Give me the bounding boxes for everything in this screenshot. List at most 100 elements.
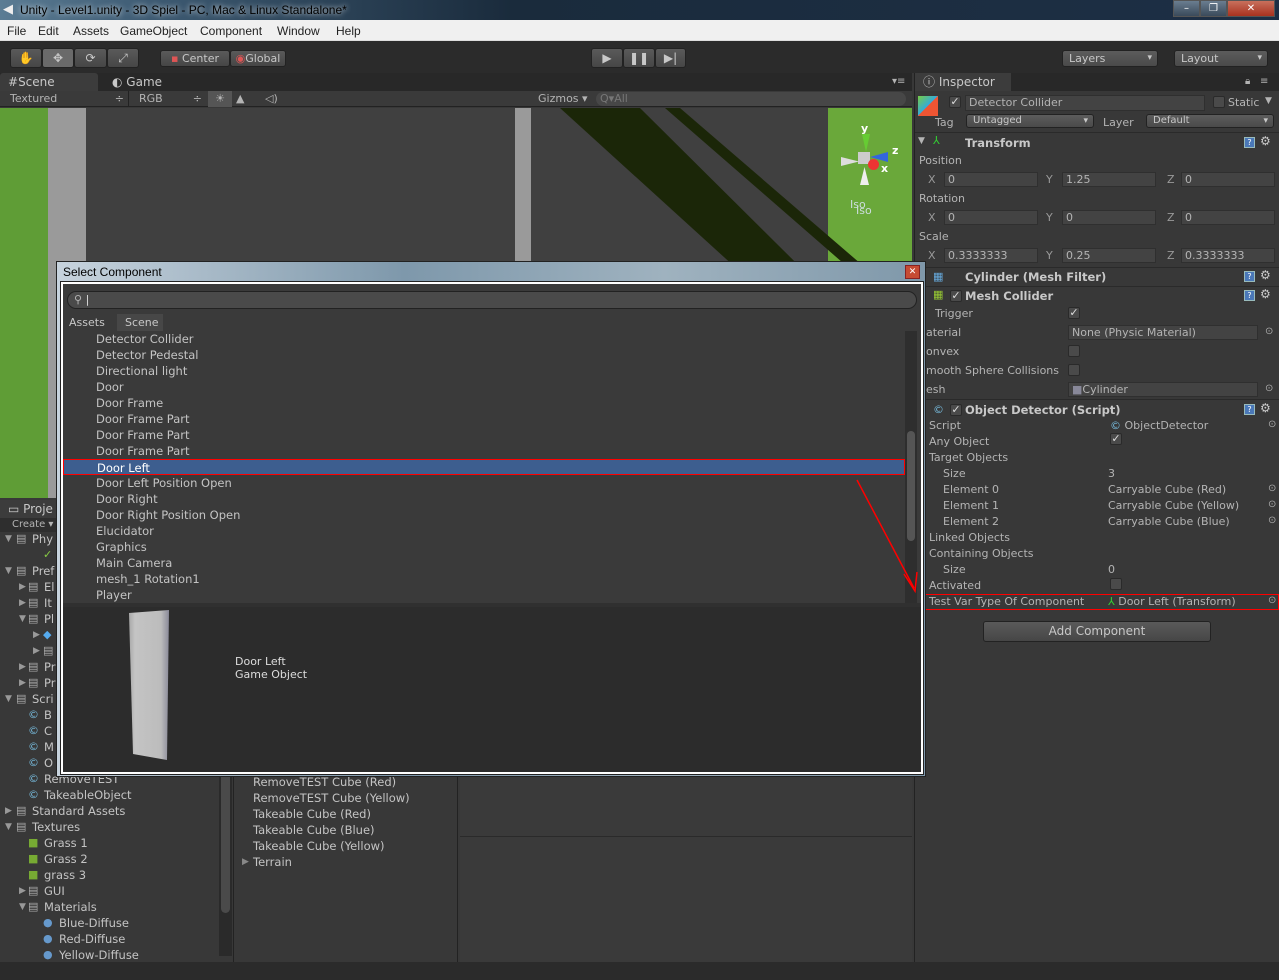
minimize-button[interactable]: – (1173, 0, 1200, 17)
menu-component[interactable]: Component (200, 24, 262, 38)
project-item[interactable]: © TakeableObject (0, 787, 220, 803)
scale-y-input[interactable]: 0.25 (1062, 248, 1156, 263)
tab-game[interactable]: ◐ Game (104, 73, 194, 91)
transform-header[interactable]: Transform (965, 136, 1031, 150)
project-item[interactable]: ▶ ▤ GUI (0, 883, 220, 899)
hierarchy-item[interactable]: RemoveTEST Cube (Yellow) (236, 790, 458, 806)
rotation-z-input[interactable]: 0 (1181, 210, 1275, 225)
collapsed-arrow-icon[interactable]: ▶ (19, 883, 26, 899)
menu-assets[interactable]: Assets (73, 24, 109, 38)
target-objects-foldout[interactable]: Target Objects (929, 451, 1008, 464)
component-list-item[interactable]: Main Camera (63, 555, 905, 571)
dialog-list-scrollbar[interactable] (905, 331, 917, 603)
project-item[interactable]: ▼ ▤ Materials (0, 899, 220, 915)
component-list-item[interactable]: Graphics (63, 539, 905, 555)
project-item[interactable]: ■ Grass 2 (0, 851, 220, 867)
project-item[interactable]: ■ grass 3 (0, 867, 220, 883)
rotation-y-input[interactable]: 0 (1062, 210, 1156, 225)
foldout-arrow-icon[interactable]: ▼ (918, 136, 925, 146)
component-list-item[interactable]: Elucidator (63, 523, 905, 539)
space-global-button[interactable]: ◉Global (230, 50, 286, 67)
object-picker-icon[interactable]: ⊙ (1268, 515, 1276, 526)
lock-icon[interactable]: 🔒︎ (1245, 76, 1250, 87)
collapsed-arrow-icon[interactable]: ▶ (33, 627, 40, 643)
project-item[interactable]: ▼ ▤ Textures (0, 819, 220, 835)
audio-toggle-icon[interactable]: ◁) (265, 91, 278, 107)
containing-objects-foldout[interactable]: Containing Objects (929, 547, 1034, 560)
maximize-button[interactable]: ❐ (1200, 0, 1227, 17)
help-icon[interactable]: ? (1244, 404, 1255, 415)
convex-checkbox[interactable] (1068, 345, 1080, 357)
close-button[interactable]: ✕ (1227, 0, 1275, 17)
move-tool-button[interactable]: ✥ (42, 48, 74, 68)
project-item[interactable]: ● Yellow-Diffuse (0, 947, 220, 963)
mesh-field[interactable]: ■Cylinder (1068, 382, 1258, 397)
static-dropdown-icon[interactable]: ▼ (1265, 96, 1272, 106)
gear-icon[interactable]: ⚙ (1260, 134, 1271, 148)
component-list-item[interactable]: Directional light (63, 363, 905, 379)
menu-gameobject[interactable]: GameObject (120, 24, 187, 38)
rotation-x-input[interactable]: 0 (944, 210, 1038, 225)
gizmos-dropdown[interactable]: Gizmos ▾ (538, 91, 588, 107)
project-item[interactable]: ● Red-Diffuse (0, 931, 220, 947)
object-detector-enabled-checkbox[interactable]: ✓ (950, 404, 962, 416)
object-picker-icon[interactable]: ⊙ (1265, 326, 1273, 337)
help-icon[interactable]: ? (1244, 137, 1255, 148)
component-list-item[interactable]: Door (63, 379, 905, 395)
gear-icon[interactable]: ⚙ (1260, 287, 1271, 301)
collapsed-arrow-icon[interactable]: ▶ (33, 643, 40, 659)
layout-dropdown[interactable]: Layout (1174, 50, 1268, 67)
tab-scene[interactable]: #Scene (0, 73, 98, 91)
activated-checkbox[interactable] (1110, 578, 1122, 590)
component-list-item[interactable]: Detector Pedestal (63, 347, 905, 363)
component-list-item[interactable]: mesh_1 Rotation1 (63, 571, 905, 587)
mesh-collider-enabled-checkbox[interactable]: ✓ (950, 290, 962, 302)
component-list-item[interactable]: Door Frame (63, 395, 905, 411)
element-value-field[interactable]: Carryable Cube (Blue) (1108, 515, 1230, 528)
component-list-item[interactable]: Door Frame Part (63, 427, 905, 443)
add-component-button[interactable]: Add Component (983, 621, 1211, 642)
pivot-center-button[interactable]: ▪ Center (160, 50, 230, 67)
play-button[interactable]: ▶ (591, 48, 623, 68)
axis-gizmo[interactable]: y z x Iso (836, 122, 906, 211)
collapsed-arrow-icon[interactable]: ▶ (242, 854, 249, 870)
object-picker-icon[interactable]: ⊙ (1268, 419, 1276, 430)
lighting-toggle-icon[interactable]: ☀ (208, 91, 232, 107)
test-var-field[interactable]: ⅄ Door Left (Transform) (1108, 595, 1236, 608)
object-detector-header[interactable]: Object Detector (Script) (965, 403, 1121, 417)
trigger-checkbox[interactable]: ✓ (1068, 307, 1080, 319)
layers-dropdown[interactable]: Layers (1062, 50, 1158, 67)
tab-inspector[interactable]: ⓘ Inspector (915, 73, 1011, 91)
dialog-search-input[interactable]: ⚲ | (67, 291, 917, 309)
help-icon[interactable]: ? (1244, 290, 1255, 301)
component-list-item[interactable]: Door Left (63, 459, 905, 475)
object-picker-icon[interactable]: ⊙ (1268, 595, 1276, 606)
gear-icon[interactable]: ⚙ (1260, 268, 1271, 282)
collapsed-arrow-icon[interactable]: ▶ (19, 579, 26, 595)
menu-file[interactable]: File (7, 24, 26, 38)
collapsed-arrow-icon[interactable]: ▶ (19, 595, 26, 611)
tag-dropdown[interactable]: Untagged (966, 114, 1094, 128)
expanded-arrow-icon[interactable]: ▼ (19, 899, 26, 915)
rotate-tool-button[interactable]: ⟳ (74, 48, 107, 68)
hierarchy-item[interactable]: Takeable Cube (Blue) (236, 822, 458, 838)
containing-size-field[interactable]: 0 (1108, 563, 1115, 576)
object-picker-icon[interactable]: ⊙ (1268, 499, 1276, 510)
collapsed-arrow-icon[interactable]: ▶ (19, 659, 26, 675)
panel-menu-icon[interactable]: ▾≡ (892, 76, 905, 87)
any-object-checkbox[interactable]: ✓ (1110, 433, 1122, 445)
scale-z-input[interactable]: 0.3333333 (1181, 248, 1275, 263)
position-x-input[interactable]: 0 (944, 172, 1038, 187)
component-list-item[interactable]: Door Frame Part (63, 443, 905, 459)
element-value-field[interactable]: Carryable Cube (Yellow) (1108, 499, 1239, 512)
component-list-item[interactable]: Door Right (63, 491, 905, 507)
project-item[interactable]: ● Blue-Diffuse (0, 915, 220, 931)
tab-assets[interactable]: Assets (63, 314, 117, 331)
panel-menu-icon[interactable]: ≡ (1260, 76, 1268, 87)
component-list-item[interactable]: Player (63, 587, 905, 603)
hierarchy-item[interactable]: ▶ Terrain (236, 854, 458, 870)
component-list-item[interactable]: Detector Collider (63, 331, 905, 347)
dialog-close-button[interactable]: ✕ (905, 265, 920, 279)
mesh-collider-header[interactable]: Mesh Collider (965, 289, 1053, 303)
menu-window[interactable]: Window (277, 24, 320, 38)
